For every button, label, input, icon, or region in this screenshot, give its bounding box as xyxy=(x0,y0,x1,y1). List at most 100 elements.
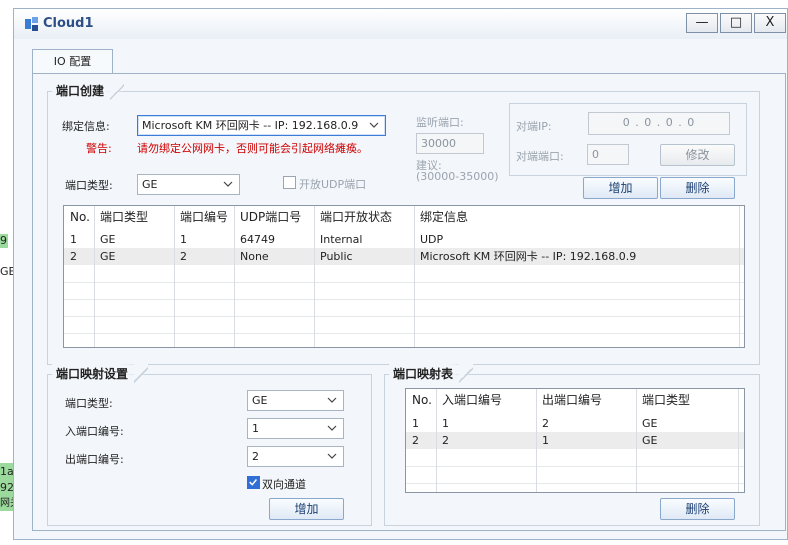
column-header: 端口类型 xyxy=(100,210,149,224)
grid-line xyxy=(64,316,744,317)
table-row[interactable]: 2 2 1 GE xyxy=(406,432,744,449)
grid-line xyxy=(739,206,740,347)
mapping-settings-title: 端口映射设置 xyxy=(52,364,149,384)
grid-line xyxy=(536,389,537,492)
udp-open-label: 开放UDP端口 xyxy=(299,178,367,191)
port-type-value: GE xyxy=(142,178,158,191)
column-header: 绑定信息 xyxy=(420,210,469,224)
modify-button[interactable]: 修改 xyxy=(660,144,735,166)
in-port-select[interactable]: 1 xyxy=(247,418,344,439)
delete-mapping-button[interactable]: 删除 xyxy=(660,498,735,520)
port-table-header: No. 端口类型 端口编号 UDP端口号 端口开放状态 绑定信息 xyxy=(64,206,744,228)
minimize-button[interactable]: — xyxy=(686,13,718,33)
table-cell: 1 xyxy=(412,417,419,430)
mapping-table-title: 端口映射表 xyxy=(389,364,474,384)
bidirectional-checkbox[interactable] xyxy=(247,476,260,489)
chevron-down-icon xyxy=(327,453,337,459)
table-cell: 2 xyxy=(180,250,187,263)
grid-line xyxy=(64,282,744,283)
grid-line xyxy=(406,466,744,467)
delete-port-button[interactable]: 删除 xyxy=(660,177,735,199)
peer-ip-input[interactable]: 0 . 0 . 0 . 0 xyxy=(588,112,730,135)
peer-port-label: 对端端口: xyxy=(516,150,564,163)
close-button[interactable]: X xyxy=(754,13,786,33)
title-bar[interactable]: Cloud1 — □ X xyxy=(14,9,787,39)
add-port-button[interactable]: 增加 xyxy=(583,177,658,199)
column-header: 入端口编号 xyxy=(442,393,503,407)
table-cell: GE xyxy=(100,250,116,263)
in-port-value: 1 xyxy=(252,422,259,435)
out-port-select[interactable]: 2 xyxy=(247,446,344,467)
tab-panel: 端口创建 绑定信息: Microsoft KM 环回网卡 -- IP: 192.… xyxy=(32,73,786,531)
table-row[interactable]: 2 GE 2 None Public Microsoft KM 环回网卡 -- … xyxy=(64,248,744,265)
mapping-port-type-value: GE xyxy=(252,394,268,407)
peer-ip-label: 对端IP: xyxy=(516,120,552,133)
table-cell: 1 xyxy=(180,233,187,246)
table-cell: GE xyxy=(642,434,658,447)
grid-line xyxy=(64,299,744,300)
table-cell: 1 xyxy=(70,233,77,246)
listen-port-label: 监听端口: xyxy=(416,116,464,129)
mapping-table: No. 入端口编号 出端口编号 端口类型 1 1 2 GE 2 2 1 GE xyxy=(405,388,745,493)
column-header: No. xyxy=(70,210,90,224)
grid-line xyxy=(406,483,744,484)
udp-open-checkbox[interactable] xyxy=(283,176,296,189)
binding-select-value: Microsoft KM 环回网卡 -- IP: 192.168.0.9 xyxy=(142,119,359,132)
binding-select[interactable]: Microsoft KM 环回网卡 -- IP: 192.168.0.9 xyxy=(137,115,386,136)
window-title: Cloud1 xyxy=(43,16,94,31)
table-cell: 2 xyxy=(412,434,419,447)
port-type-label: 端口类型: xyxy=(65,179,113,192)
table-row[interactable]: 1 1 2 GE xyxy=(406,415,744,432)
table-cell: None xyxy=(240,250,269,263)
column-header: 端口类型 xyxy=(642,393,691,407)
table-cell: 2 xyxy=(442,434,449,447)
table-cell: 2 xyxy=(70,250,77,263)
peer-port-input[interactable]: 0 xyxy=(587,144,629,165)
port-type-select[interactable]: GE xyxy=(137,174,240,195)
cloud-config-window: Cloud1 — □ X IO 配置 端口创建 绑定信息: Microsoft … xyxy=(13,8,788,540)
mapping-port-type-select[interactable]: GE xyxy=(247,390,344,411)
mapping-table-header: No. 入端口编号 出端口编号 端口类型 xyxy=(406,389,744,413)
in-port-label: 入端口编号: xyxy=(65,425,124,438)
table-cell: Microsoft KM 环回网卡 -- IP: 192.168.0.9 xyxy=(420,250,637,263)
binding-label: 绑定信息: xyxy=(62,120,110,133)
table-cell: GE xyxy=(100,233,116,246)
checkmark-icon xyxy=(249,479,258,486)
table-cell: 64749 xyxy=(240,233,275,246)
peer-box: 对端IP: 0 . 0 . 0 . 0 对端端口: 0 修改 xyxy=(509,103,747,176)
column-header: 出端口编号 xyxy=(542,393,603,407)
grid-line xyxy=(414,206,415,347)
column-header: UDP端口号 xyxy=(240,210,302,224)
add-mapping-button[interactable]: 增加 xyxy=(269,498,344,520)
table-cell: 1 xyxy=(542,434,549,447)
cloud-app-icon xyxy=(25,17,38,31)
warning-text: 请勿绑定公网网卡，否则可能会引起网络瘫痪。 xyxy=(137,142,368,155)
column-header: 端口编号 xyxy=(180,210,229,224)
mapping-settings-group: 端口映射设置 端口类型: GE 入端口编号: 1 出端口编号: 2 双向通道 增… xyxy=(47,364,372,526)
table-cell: GE xyxy=(642,417,658,430)
grid-line xyxy=(436,389,437,492)
column-header: No. xyxy=(412,393,432,407)
chevron-down-icon xyxy=(223,181,233,187)
port-table: No. 端口类型 端口编号 UDP端口号 端口开放状态 绑定信息 1 GE 1 … xyxy=(63,205,745,348)
chevron-down-icon xyxy=(369,122,379,128)
background-fragment: 92 xyxy=(0,481,14,494)
table-row[interactable]: 1 GE 1 64749 Internal UDP xyxy=(64,231,744,248)
table-cell: UDP xyxy=(420,233,444,246)
out-port-label: 出端口编号: xyxy=(65,453,124,466)
grid-line xyxy=(636,389,637,492)
maximize-button[interactable]: □ xyxy=(720,13,752,33)
mapping-table-group: 端口映射表 No. 入端口编号 出端口编号 端口类型 1 1 2 GE 2 2 xyxy=(384,364,760,526)
chevron-down-icon xyxy=(327,397,337,403)
warning-label: 警告: xyxy=(86,142,112,155)
grid-line xyxy=(174,206,175,347)
column-header: 端口开放状态 xyxy=(320,210,393,224)
table-cell: 2 xyxy=(542,417,549,430)
grid-line xyxy=(738,389,739,492)
port-create-title: 端口创建 xyxy=(52,81,125,101)
bidirectional-label: 双向通道 xyxy=(262,478,306,491)
table-cell: Public xyxy=(320,250,353,263)
tab-io-config[interactable]: IO 配置 xyxy=(32,49,113,74)
listen-port-input[interactable]: 30000 xyxy=(416,133,484,154)
mapping-port-type-label: 端口类型: xyxy=(65,397,113,410)
